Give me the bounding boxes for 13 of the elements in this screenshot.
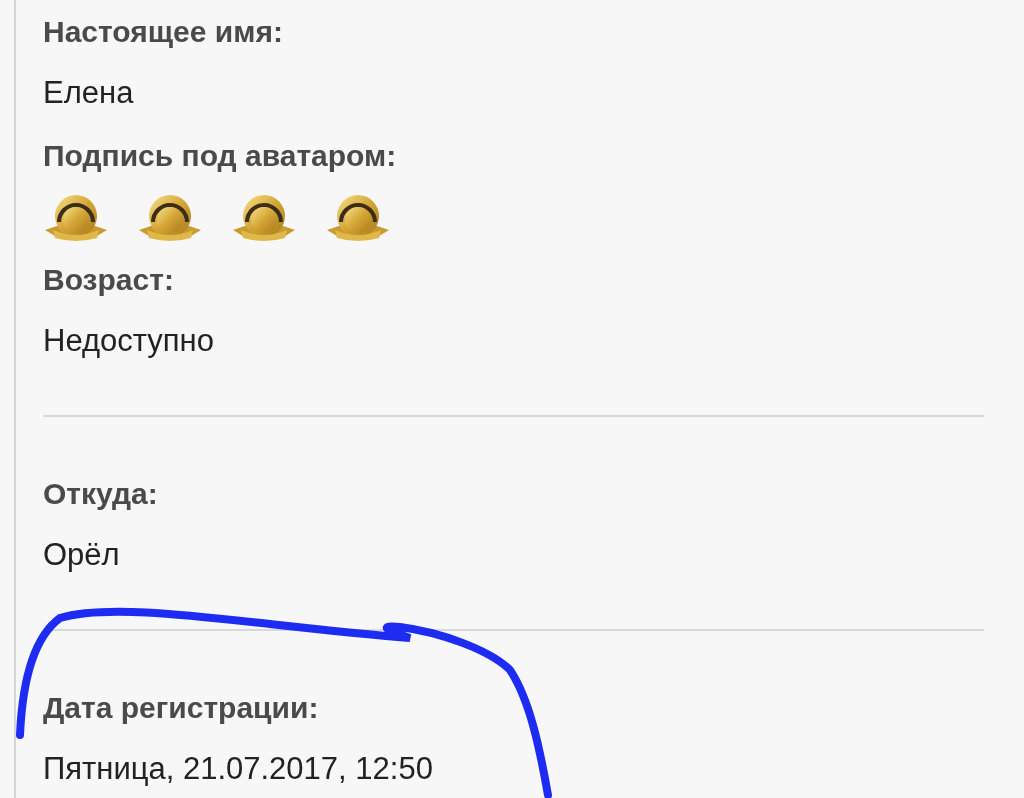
field-label: Возраст: xyxy=(43,261,174,298)
field-value: Недоступно xyxy=(43,321,214,360)
field-value: Елена xyxy=(43,73,134,112)
medal-icon xyxy=(43,192,109,242)
medal-icon xyxy=(231,192,297,242)
medal-icon xyxy=(325,192,391,242)
field-label: Подпись под аватаром: xyxy=(43,137,397,174)
field-value: Орёл xyxy=(43,535,120,574)
field-label: Дата регистрации: xyxy=(43,689,319,726)
field-label: Откуда: xyxy=(43,475,158,512)
field-value: Пятница, 21.07.2017, 12:50 xyxy=(43,749,433,788)
medal-icon xyxy=(137,192,203,242)
field-label: Настоящее имя: xyxy=(43,13,283,50)
